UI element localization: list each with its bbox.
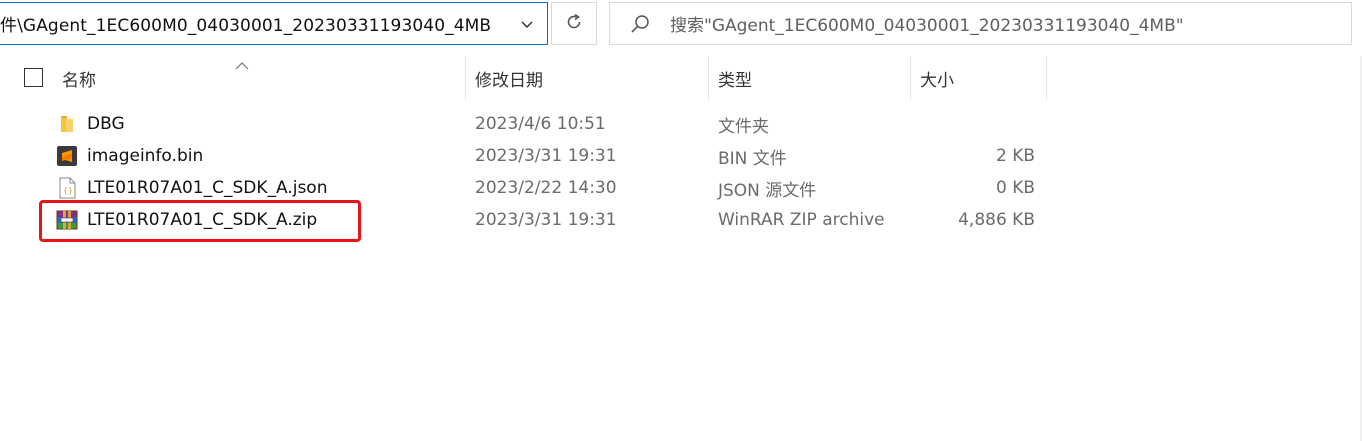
- file-size: 2 KB: [995, 146, 1035, 166]
- column-size[interactable]: 大小: [920, 56, 1046, 100]
- file-modified: 2023/2/22 14:30: [475, 178, 617, 198]
- json-file-icon: {}: [56, 177, 78, 199]
- column-divider[interactable]: [910, 56, 911, 100]
- column-type[interactable]: 类型: [718, 56, 910, 100]
- search-input[interactable]: 搜索"GAgent_1EC600M0_04030001_202303311930…: [609, 2, 1352, 45]
- file-explorer-window: 件\GAgent_1EC600M0_04030001_2023033119304…: [0, 0, 1362, 441]
- search-placeholder: 搜索"GAgent_1EC600M0_04030001_202303311930…: [670, 16, 1184, 36]
- refresh-button[interactable]: [551, 2, 597, 45]
- column-modified[interactable]: 修改日期: [475, 56, 708, 100]
- column-name-label: 名称: [62, 70, 96, 91]
- chevron-down-icon[interactable]: [517, 3, 537, 44]
- file-modified: 2023/3/31 19:31: [475, 146, 617, 166]
- file-type: WinRAR ZIP archive: [718, 210, 885, 230]
- file-name: imageinfo.bin: [87, 146, 204, 166]
- column-size-label: 大小: [920, 70, 954, 91]
- column-modified-label: 修改日期: [475, 70, 543, 91]
- file-type: 文件夹: [718, 116, 769, 137]
- address-path[interactable]: 件\GAgent_1EC600M0_04030001_2023033119304…: [0, 3, 491, 44]
- navigation-bar: 件\GAgent_1EC600M0_04030001_2023033119304…: [0, 0, 1362, 56]
- file-name: DBG: [87, 114, 125, 134]
- file-type: JSON 源文件: [718, 180, 817, 201]
- file-type: BIN 文件: [718, 148, 787, 169]
- column-divider[interactable]: [1046, 56, 1047, 100]
- select-all-checkbox[interactable]: [24, 68, 43, 87]
- column-divider[interactable]: [465, 56, 466, 100]
- file-row[interactable]: DBG 2023/4/6 10:51 文件夹: [0, 108, 1362, 140]
- file-modified: 2023/4/6 10:51: [475, 114, 606, 134]
- file-size: 4,886 KB: [958, 210, 1035, 230]
- highlight-annotation: [39, 200, 361, 242]
- file-modified: 2023/3/31 19:31: [475, 210, 617, 230]
- file-row[interactable]: imageinfo.bin 2023/3/31 19:31 BIN 文件 2 K…: [0, 140, 1362, 172]
- file-size: 0 KB: [995, 178, 1035, 198]
- column-name[interactable]: 名称: [62, 56, 465, 100]
- search-icon: [629, 14, 651, 36]
- folder-icon: [56, 113, 78, 135]
- address-bar[interactable]: 件\GAgent_1EC600M0_04030001_2023033119304…: [0, 2, 548, 45]
- column-divider[interactable]: [708, 56, 709, 100]
- column-type-label: 类型: [718, 70, 752, 91]
- sublime-file-icon: [56, 145, 78, 167]
- svg-text:{}: {}: [63, 186, 73, 195]
- refresh-icon: [564, 12, 584, 36]
